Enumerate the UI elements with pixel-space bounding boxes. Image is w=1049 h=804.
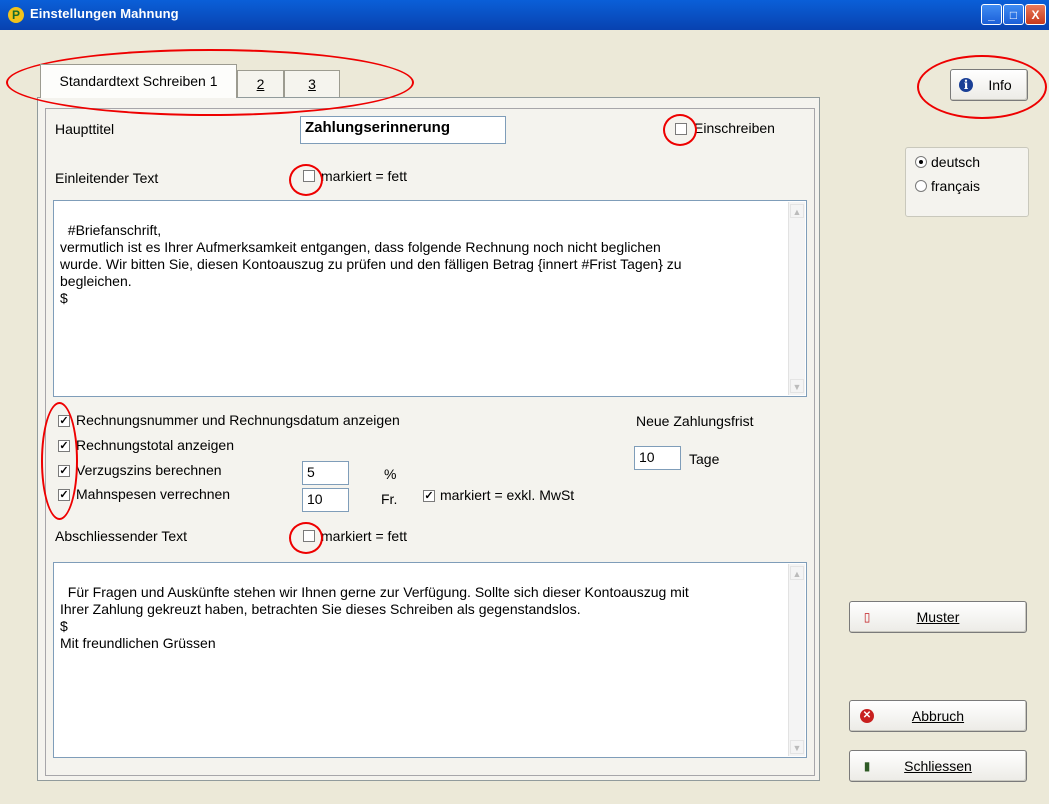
intro-textarea[interactable]: #Briefanschrift, vermutlich ist es Ihrer… [53,200,807,397]
option-label: Verzugszins berechnen [76,462,222,478]
window-title: Einstellungen Mahnung [30,6,179,21]
abbruch-button-label: Abbruch [911,708,965,724]
app-icon: P [8,7,24,23]
language-radio-francais[interactable] [915,180,927,192]
intro-scrollbar[interactable]: ▲ ▼ [788,202,805,395]
frist-unit: Tage [689,451,720,467]
closing-bold-label: markiert = fett [321,528,407,544]
exit-door-icon: ▮ [863,759,871,773]
haupttitel-label: Haupttitel [55,121,115,137]
schliessen-button-label: Schliessen [904,758,972,774]
zins-unit: % [384,466,397,482]
annotation-ellipse-closing-bold [289,522,323,554]
muster-button[interactable]: ▯ Muster [849,601,1027,633]
closing-scrollbar[interactable]: ▲ ▼ [788,564,805,756]
einschreiben-label: Einschreiben [694,120,775,136]
zins-input[interactable]: 5 [302,461,349,485]
annotation-ellipse-info [917,55,1047,119]
scroll-down-icon[interactable]: ▼ [790,740,804,754]
mwst-checkbox[interactable]: ✓ [423,490,435,502]
frist-label: Neue Zahlungsfrist [636,413,754,429]
language-label: deutsch [931,154,981,170]
cancel-icon: ✕ [860,709,874,723]
spesen-unit: Fr. [381,491,398,507]
scroll-up-icon[interactable]: ▲ [790,566,804,580]
document-icon: ▯ [863,610,871,624]
maximize-button[interactable]: □ [1003,4,1024,25]
abbruch-button[interactable]: ✕ Abbruch [849,700,1027,732]
tab-standardtext-1[interactable]: Standardtext Schreiben 1 [40,64,237,98]
language-label: français [931,178,981,194]
scroll-down-icon[interactable]: ▼ [790,379,804,393]
mwst-label: markiert = exkl. MwSt [440,487,575,503]
option-label: Mahnspesen verrechnen [76,486,231,502]
closing-textarea[interactable]: Für Fragen und Auskünfte stehen wir Ihne… [53,562,807,758]
annotation-ellipse-intro-bold [289,164,323,196]
einleitender-text-label: Einleitender Text [55,170,159,186]
schliessen-button[interactable]: ▮ Schliessen [849,750,1027,782]
annotation-ellipse-options [41,402,78,520]
option-label: Rechnungstotal anzeigen [76,437,235,453]
language-radio-deutsch[interactable] [915,156,927,168]
muster-button-label: Muster [916,609,960,625]
scroll-up-icon[interactable]: ▲ [790,204,804,218]
close-button[interactable]: X [1025,4,1046,25]
frist-input[interactable]: 10 [634,446,681,470]
intro-text: #Briefanschrift, vermutlich ist es Ihrer… [60,222,682,306]
abschliessender-text-label: Abschliessender Text [55,528,188,544]
tab-label: Standardtext Schreiben 1 [59,73,218,89]
haupttitel-input[interactable]: Zahlungserinnerung [300,116,506,144]
closing-text: Für Fragen und Auskünfte stehen wir Ihne… [60,584,689,651]
spesen-input[interactable]: 10 [302,488,349,512]
intro-bold-label: markiert = fett [321,168,407,184]
minimize-button[interactable]: _ [981,4,1002,25]
annotation-ellipse-einschreiben [663,114,697,146]
option-label: Rechnungsnummer und Rechnungsdatum anzei… [76,412,400,428]
